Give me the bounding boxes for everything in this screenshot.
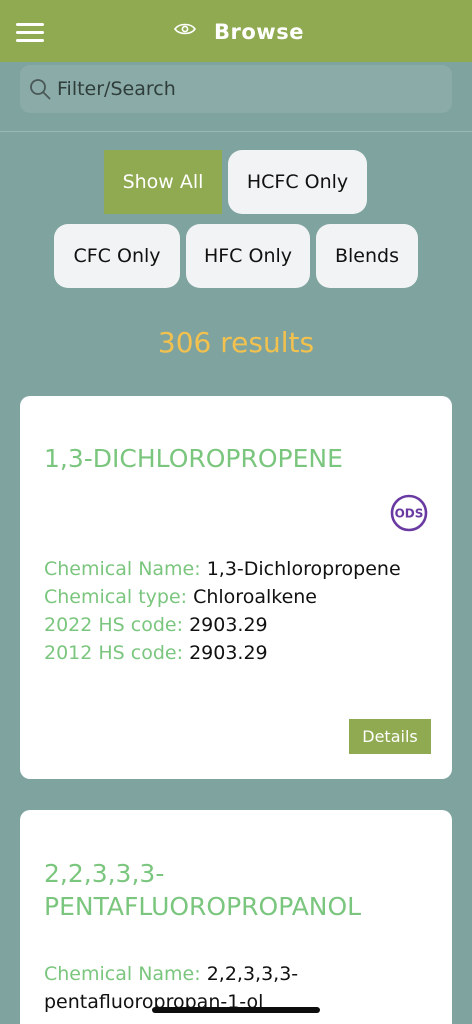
results-count: 306 results	[157, 326, 315, 359]
search-input[interactable]	[57, 78, 437, 100]
filter-cfc-only-button[interactable]: CFC Only	[54, 224, 180, 288]
chemical-title: 1,3-DICHLOROPROPENE	[44, 444, 343, 473]
chemical-card: 2,2,3,3,3- PENTAFLUOROPROPANOL Chemical …	[20, 810, 452, 1024]
eye-icon	[174, 23, 196, 35]
search-zone	[0, 62, 472, 132]
details-button[interactable]: Details	[349, 719, 431, 754]
filter-hcfc-only-button[interactable]: HCFC Only	[228, 150, 367, 214]
chemical-name-field: Chemical Name: 1,3-Dichloropropene	[44, 558, 401, 580]
app-header: Browse	[0, 0, 472, 62]
filter-show-all-button[interactable]: Show All	[104, 150, 222, 214]
chemical-card: 1,3-DICHLOROPROPENE ODS Chemical Name: 1…	[20, 396, 452, 779]
chemical-title: 2,2,3,3,3- PENTAFLUOROPROPANOL	[44, 859, 362, 921]
chemical-name-field: Chemical Name: 2,2,3,3,3-	[44, 963, 299, 985]
header-title-group: Browse	[174, 17, 304, 47]
hamburger-menu-icon[interactable]	[16, 23, 44, 43]
filter-hfc-only-button[interactable]: HFC Only	[186, 224, 310, 288]
search-icon	[30, 79, 51, 100]
search-box[interactable]	[20, 65, 452, 113]
svg-text:ODS: ODS	[395, 507, 424, 521]
browse-screen: Browse Show All HCFC Only CFC Only HFC O…	[0, 0, 472, 1024]
hs-code-2012-field: 2012 HS code: 2903.29	[44, 642, 268, 664]
home-indicator[interactable]	[152, 1007, 320, 1013]
filter-blends-button[interactable]: Blends	[316, 224, 418, 288]
hs-code-2022-field: 2022 HS code: 2903.29	[44, 614, 268, 636]
chemical-type-field: Chemical type: Chloroalkene	[44, 586, 317, 608]
page-title: Browse	[214, 20, 304, 44]
ods-badge-icon: ODS	[390, 494, 428, 532]
